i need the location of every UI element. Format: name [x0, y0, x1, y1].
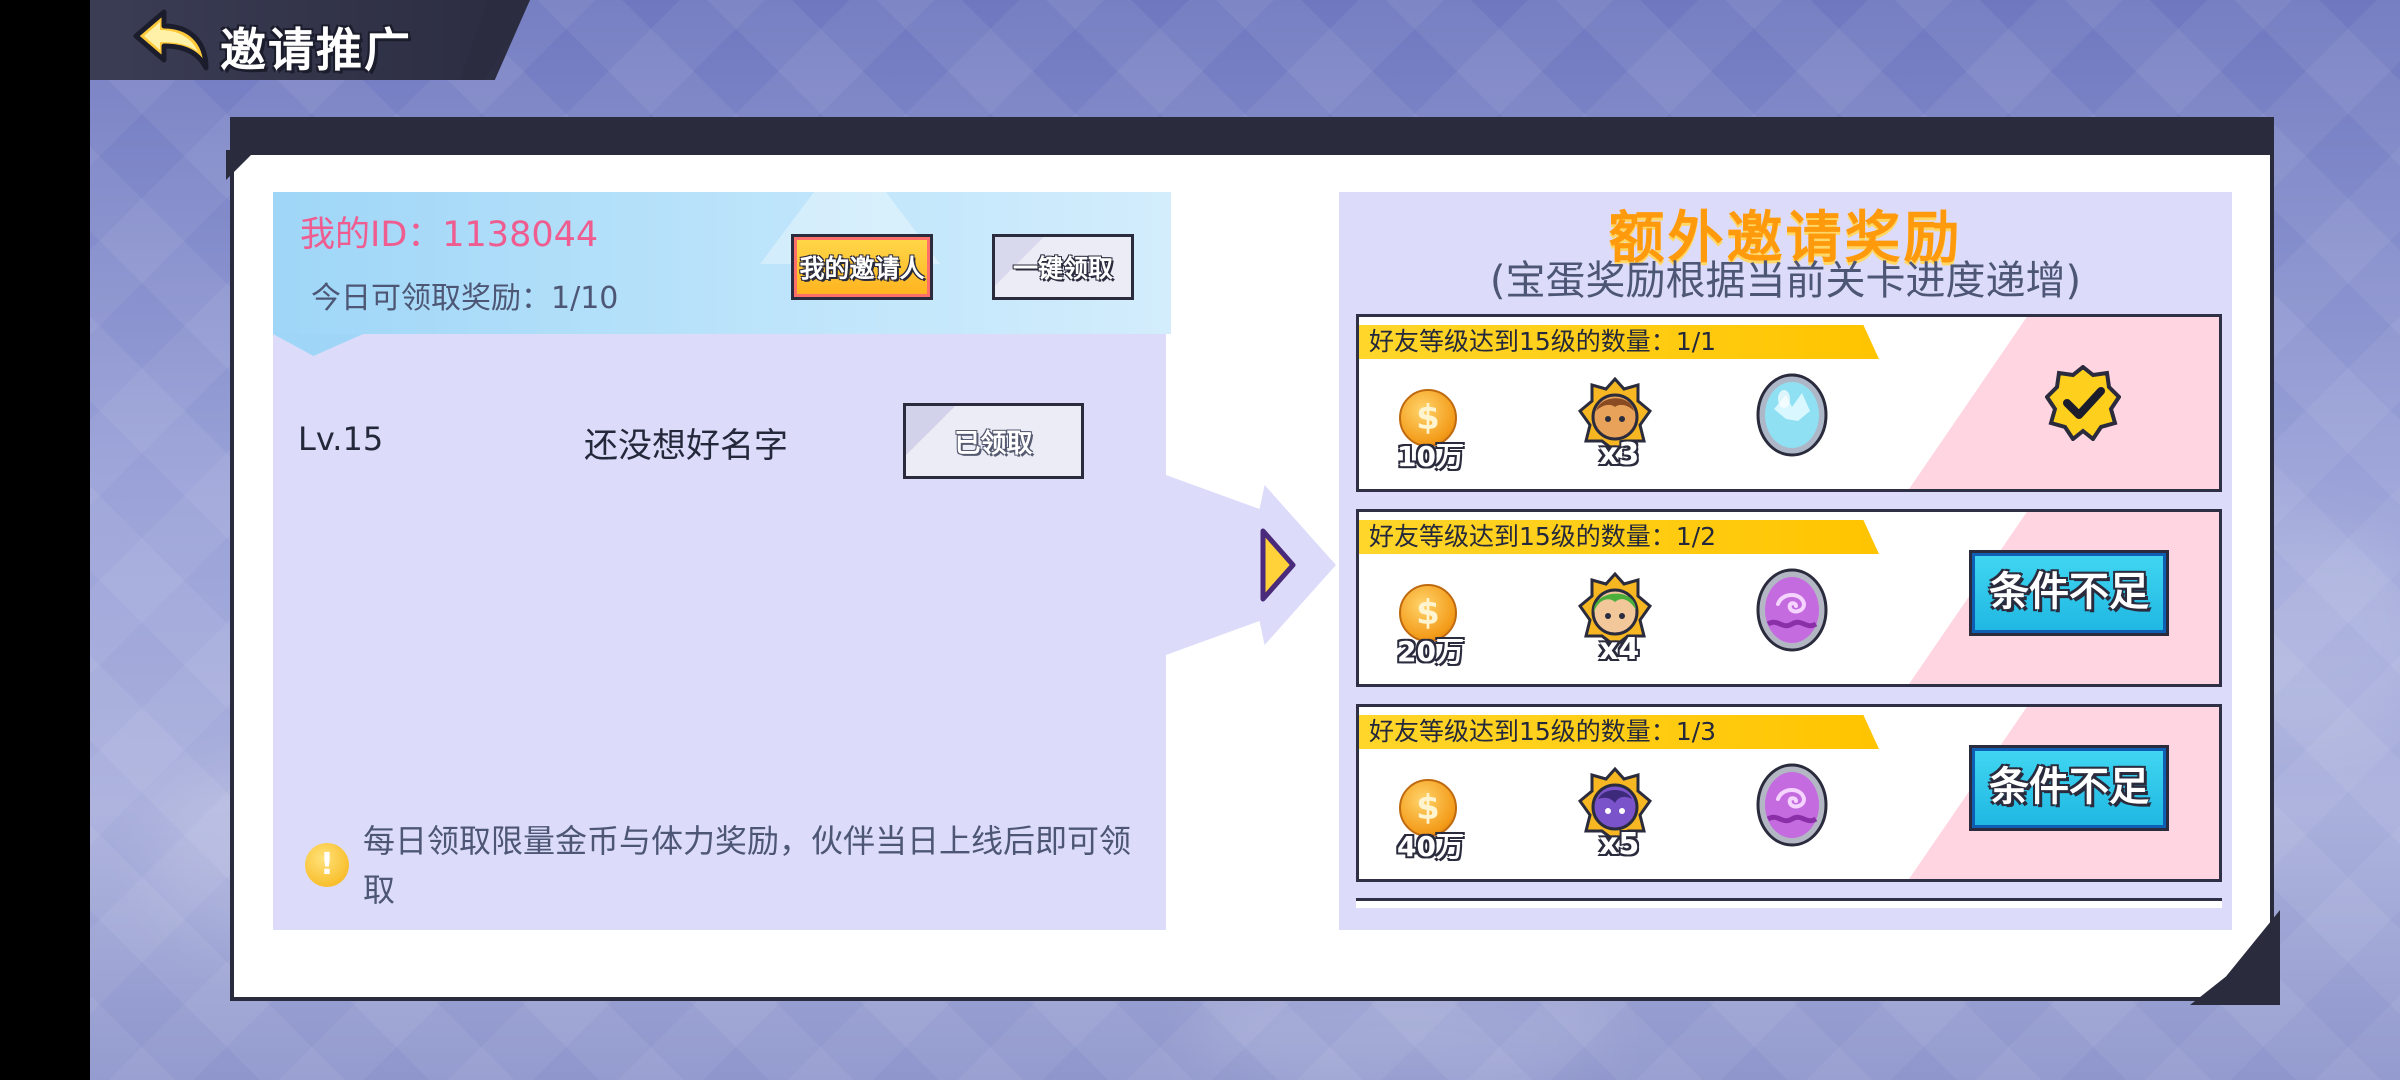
reward-card: 好友等级达到15级的数量：1/2 $ 20万 x4 条件不足 [1356, 509, 2222, 687]
reward-card: 好友等级达到15级的数量：1/1 $ 10万 x3 [1356, 314, 2222, 492]
my-inviter-button[interactable]: 我的邀请人 [791, 234, 933, 300]
reward-card: 好友等级达到15级的数量：1/3 $ 40万 x5 条件不足 [1356, 704, 2222, 882]
tip-text: 每日领取限量金币与体力奖励，伙伴当日上线后即可领取 [363, 822, 1132, 909]
next-reward-card-edge [1356, 898, 2222, 908]
checkmark-badge-icon [2044, 364, 2122, 442]
reward-condition: 好友等级达到15级的数量：1/3 [1359, 715, 1879, 749]
reward-condition: 好友等级达到15级的数量：1/1 [1359, 325, 1879, 359]
friend-level: Lv.15 [298, 420, 384, 458]
coin-amount: 20万 [1397, 635, 1464, 668]
play-arrow-icon[interactable] [1260, 528, 1296, 602]
coin-amount: 40万 [1397, 830, 1464, 863]
coin-amount: 10万 [1397, 440, 1464, 473]
purple-egg-icon [1752, 564, 1832, 654]
warning-icon: ! [305, 843, 349, 887]
extra-rewards-subtitle: (宝蛋奖励根据当前关卡进度递增) [1489, 258, 2082, 304]
condition-not-met-button[interactable]: 条件不足 [1969, 745, 2169, 831]
my-id-label: 我的ID：1138044 [300, 215, 599, 255]
claimed-button[interactable]: 已领取 [903, 403, 1084, 479]
friend-name: 还没想好名字 [584, 426, 788, 466]
hero-count: x3 [1599, 437, 1640, 472]
claim-all-button[interactable]: 一键领取 [992, 234, 1134, 300]
condition-not-met-button[interactable]: 条件不足 [1969, 550, 2169, 636]
reward-condition: 好友等级达到15级的数量：1/2 [1359, 520, 1879, 554]
blue-egg-icon [1752, 369, 1832, 459]
hero-count: x5 [1599, 827, 1640, 862]
page-title: 邀请推广 [220, 23, 412, 77]
purple-egg-icon [1752, 759, 1832, 849]
hero-count: x4 [1599, 632, 1640, 667]
today-reward-count: 今日可领取奖励：1/10 [311, 281, 619, 316]
back-arrow-icon[interactable] [128, 6, 212, 74]
